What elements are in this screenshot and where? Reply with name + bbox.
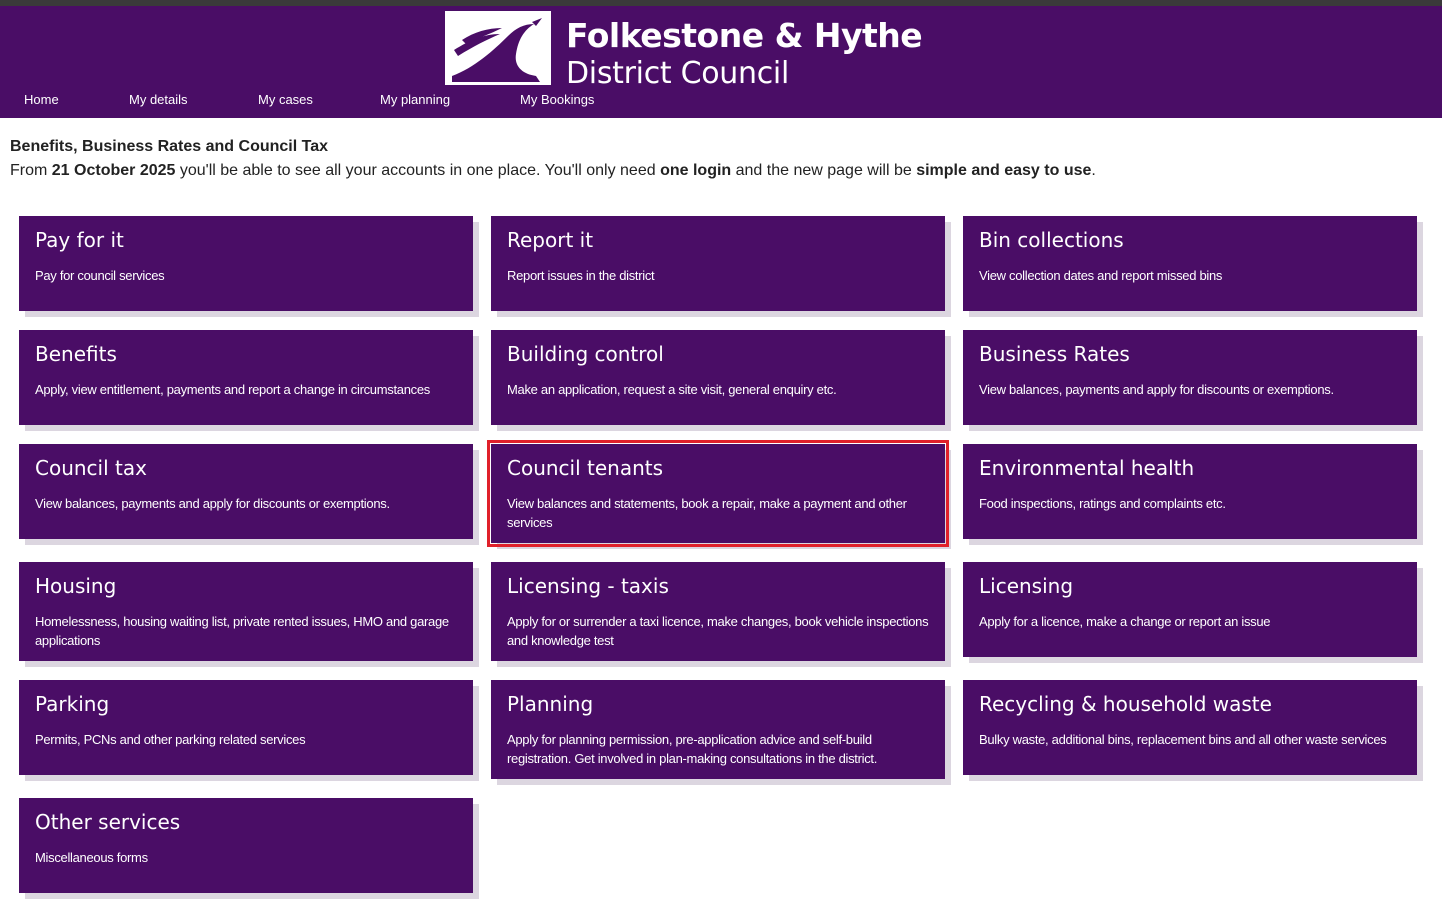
card-title: Housing (35, 574, 117, 598)
logo-title: Folkestone & Hythe (566, 16, 923, 55)
card-title: Licensing - taxis (507, 574, 669, 598)
card-business-rates[interactable]: Business Rates View balances, payments a… (963, 330, 1417, 425)
card-title: Pay for it (35, 228, 124, 252)
card-council-tenants[interactable]: Council tenants View balances and statem… (487, 440, 949, 547)
notice-banner: Benefits, Business Rates and Council Tax… (10, 137, 1430, 180)
card-description: Apply for or surrender a taxi licence, m… (507, 614, 929, 648)
card-title: Building control (507, 342, 664, 366)
card-description: Make an application, request a site visi… (507, 382, 837, 397)
card-recycling-household-waste[interactable]: Recycling & household waste Bulky waste,… (963, 680, 1417, 775)
card-description: Pay for council services (35, 268, 165, 283)
nav-my-details[interactable]: My details (129, 92, 188, 107)
notice-text-part: . (1091, 162, 1096, 179)
logo-bird-icon (445, 11, 551, 85)
nav-my-cases[interactable]: My cases (258, 92, 313, 107)
card-description: Food inspections, ratings and complaints… (979, 496, 1226, 511)
card-description: Report issues in the district (507, 268, 655, 283)
card-title: Council tax (35, 456, 147, 480)
notice-text-part: you'll be able to see all your accounts … (175, 162, 661, 179)
notice-emphasis: simple and easy to use (916, 162, 1092, 179)
card-benefits[interactable]: Benefits Apply, view entitlement, paymen… (19, 330, 473, 425)
notice-text-part: and the new page will be (731, 162, 917, 179)
card-pay-for-it[interactable]: Pay for it Pay for council services (19, 216, 473, 311)
card-description: View balances, payments and apply for di… (979, 382, 1334, 397)
card-title: Bin collections (979, 228, 1124, 252)
notice-text-part: From (10, 162, 52, 179)
card-bin-collections[interactable]: Bin collections View collection dates an… (963, 216, 1417, 311)
card-description: Miscellaneous forms (35, 850, 148, 865)
nav-my-bookings[interactable]: My Bookings (520, 92, 594, 107)
card-licensing[interactable]: Licensing Apply for a licence, make a ch… (963, 562, 1417, 657)
site-header: Folkestone & Hythe District Council Home… (0, 6, 1442, 118)
card-description: View balances and statements, book a rep… (507, 496, 907, 530)
card-description: Homelessness, housing waiting list, priv… (35, 614, 449, 648)
nav-home[interactable]: Home (24, 92, 59, 107)
card-title: Licensing (979, 574, 1074, 598)
card-description: Apply for a licence, make a change or re… (979, 614, 1271, 629)
notice-date: 21 October 2025 (51, 162, 176, 179)
card-title: Benefits (35, 342, 117, 366)
card-building-control[interactable]: Building control Make an application, re… (491, 330, 945, 425)
card-title: Environmental health (979, 456, 1195, 480)
logo-subtitle: District Council (566, 56, 789, 91)
notice-emphasis: one login (660, 162, 732, 179)
nav-my-planning[interactable]: My planning (380, 92, 450, 107)
card-licensing-taxis[interactable]: Licensing - taxis Apply for or surrender… (491, 562, 945, 661)
card-other-services[interactable]: Other services Miscellaneous forms (19, 798, 473, 893)
card-description: Apply, view entitlement, payments and re… (35, 382, 430, 397)
main-nav: Home My details My cases My planning My … (0, 92, 1442, 114)
notice-title: Benefits, Business Rates and Council Tax (10, 138, 329, 155)
card-title: Council tenants (507, 456, 664, 480)
card-title: Planning (507, 692, 594, 716)
card-description: Permits, PCNs and other parking related … (35, 732, 306, 747)
card-housing[interactable]: Housing Homelessness, housing waiting li… (19, 562, 473, 661)
card-planning[interactable]: Planning Apply for planning permission, … (491, 680, 945, 779)
card-description: View balances, payments and apply for di… (35, 496, 390, 511)
notice-text: From 21 October 2025 you'll be able to s… (10, 161, 1430, 180)
card-description: View collection dates and report missed … (979, 268, 1223, 283)
card-parking[interactable]: Parking Permits, PCNs and other parking … (19, 680, 473, 775)
card-environmental-health[interactable]: Environmental health Food inspections, r… (963, 444, 1417, 539)
card-description: Apply for planning permission, pre-appli… (507, 732, 878, 766)
card-council-tax[interactable]: Council tax View balances, payments and … (19, 444, 473, 539)
card-description: Bulky waste, additional bins, replacemen… (979, 732, 1387, 747)
council-logo[interactable]: Folkestone & Hythe District Council (444, 10, 924, 91)
card-title: Report it (507, 228, 594, 252)
card-report-it[interactable]: Report it Report issues in the district (491, 216, 945, 311)
card-title: Business Rates (979, 342, 1130, 366)
card-title: Parking (35, 692, 110, 716)
card-title: Recycling & household waste (979, 692, 1272, 716)
card-title: Other services (35, 810, 181, 834)
